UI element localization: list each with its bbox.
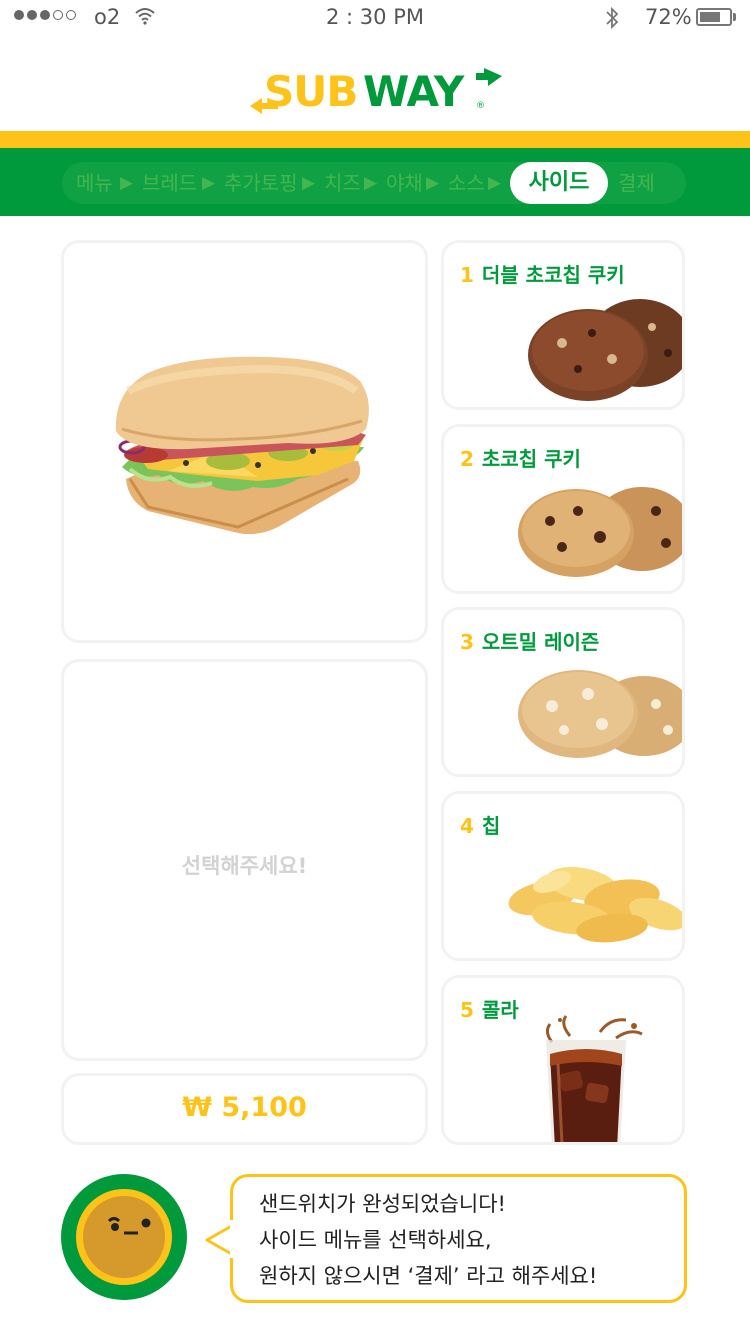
price-card: ₩ 5,100: [61, 1073, 428, 1145]
status-bar: o2 2 : 30 PM 72%: [0, 0, 750, 36]
step-menu[interactable]: 메뉴: [76, 162, 113, 204]
side-number: 4: [460, 814, 474, 838]
step-arrow-icon: ▶: [426, 173, 440, 193]
choco-chip-cookie-image: [518, 487, 682, 577]
oatmeal-raisin-cookie-image: [518, 670, 682, 758]
cola-image: [545, 1015, 643, 1142]
side-option-5[interactable]: 5 콜라: [441, 975, 685, 1145]
step-bread[interactable]: 브레드: [142, 162, 197, 204]
step-side-active[interactable]: 사이드: [510, 162, 608, 204]
side-number: 2: [460, 447, 474, 471]
assistant-message-line: 샌드위치가 완성되었습니다!: [259, 1192, 506, 1216]
assistant-message-line: 사이드 메뉴를 선택하세요,: [259, 1228, 492, 1252]
bluetooth-icon: [606, 6, 619, 30]
chips-image: [508, 867, 682, 943]
battery-icon: [696, 8, 732, 26]
battery-percent: 72%: [645, 5, 692, 29]
step-sauce[interactable]: 소스: [448, 162, 485, 204]
assistant-speech-bubble: 샌드위치가 완성되었습니다! 사이드 메뉴를 선택하세요, 원하지 않으시면 ‘…: [230, 1174, 687, 1303]
side-name: 오트밀 레이즌: [481, 630, 600, 654]
step-arrow-icon: ▶: [120, 173, 134, 193]
side-name: 초코칩 쿠키: [481, 447, 581, 471]
total-price: ₩ 5,100: [182, 1092, 307, 1123]
side-name: 칩: [481, 814, 501, 838]
svg-text:SUB: SUB: [264, 67, 357, 116]
side-name: 더블 초코칩 쿠키: [481, 263, 625, 287]
side-option-3[interactable]: 3 오트밀 레이즌: [441, 607, 685, 777]
side-name: 콜라: [481, 998, 519, 1022]
side-number: 1: [460, 263, 474, 287]
status-time: 2 : 30 PM: [326, 5, 424, 29]
side-number: 3: [460, 630, 474, 654]
double-choco-cookie-image: [528, 299, 682, 401]
step-arrow-icon: ▶: [364, 173, 378, 193]
select-prompt: 선택해주세요!: [181, 854, 308, 878]
step-cheese[interactable]: 치즈: [324, 162, 361, 204]
side-option-4[interactable]: 4칩: [441, 791, 685, 961]
sandwich-preview-card: [61, 240, 428, 643]
sandwich-image: [115, 356, 369, 535]
step-arrow-icon: ▶: [202, 173, 216, 193]
side-option-2[interactable]: 2 초코칩 쿠키: [441, 424, 685, 594]
brand-stripe: [0, 131, 750, 148]
step-vegetables[interactable]: 야채: [386, 162, 423, 204]
order-steps: 메뉴 ▶ 브레드 ▶ 추가토핑 ▶ 치즈 ▶ 야채 ▶ 소스 ▶ 사이드 결제: [62, 162, 686, 204]
selected-side-card: 선택해주세요!: [61, 659, 428, 1061]
subway-logo: SUB WAY ®: [250, 67, 502, 116]
assistant-message-line: 원하지 않으시면 ‘결제’ 라고 해주세요!: [259, 1264, 598, 1288]
step-arrow-icon: ▶: [488, 173, 502, 193]
step-arrow-icon: ▶: [302, 173, 316, 193]
step-payment[interactable]: 결제: [618, 162, 655, 204]
step-extra-topping[interactable]: 추가토핑: [224, 162, 298, 204]
side-number: 5: [460, 998, 474, 1022]
svg-text:®: ®: [476, 101, 485, 111]
svg-text:WAY: WAY: [363, 67, 465, 116]
side-option-1[interactable]: 1 더블 초코칩 쿠키: [441, 240, 685, 410]
mascot-icon: [61, 1174, 187, 1300]
